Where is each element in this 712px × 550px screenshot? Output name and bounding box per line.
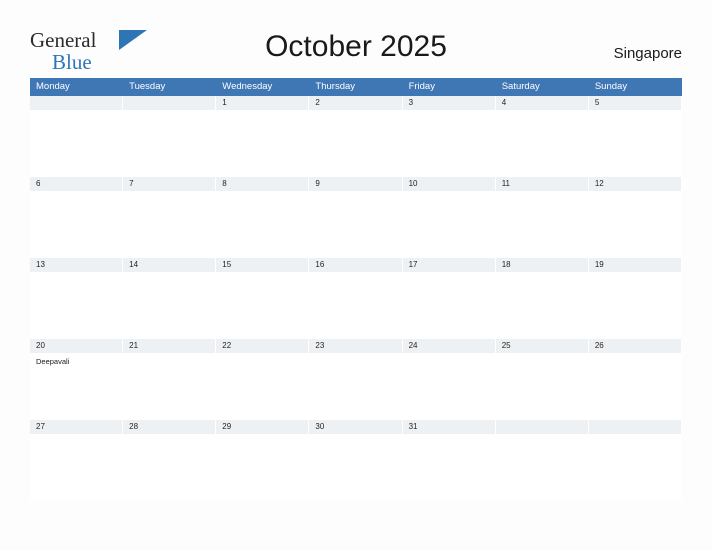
day-number: 6 (30, 177, 123, 191)
calendar-day-cell[interactable]: 3 (402, 96, 496, 177)
calendar-day-cell[interactable] (588, 420, 682, 501)
calendar-day-cell[interactable]: 18 (495, 258, 589, 339)
day-header-saturday: Saturday (496, 78, 589, 96)
day-number: 22 (216, 339, 309, 353)
day-number: 18 (495, 258, 588, 272)
calendar-day-cell[interactable]: 20 Deepavali (30, 339, 124, 420)
day-number: 8 (216, 177, 309, 191)
day-number: 2 (309, 96, 402, 110)
calendar-event: Deepavali (36, 357, 70, 366)
page-title: October 2025 (265, 30, 447, 63)
day-number (588, 420, 681, 434)
calendar-day-cell[interactable]: 30 (309, 420, 403, 501)
day-number: 17 (402, 258, 495, 272)
calendar-day-cell[interactable]: 28 (123, 420, 217, 501)
day-number: 15 (216, 258, 309, 272)
calendar-day-cell[interactable]: 21 (123, 339, 217, 420)
day-number: 21 (123, 339, 216, 353)
day-number (495, 420, 588, 434)
calendar-day-cell[interactable] (30, 96, 124, 177)
calendar-week-row: 20 Deepavali 21 22 23 24 25 26 (30, 339, 682, 420)
day-number: 19 (588, 258, 681, 272)
calendar-day-cell[interactable]: 8 (216, 177, 310, 258)
calendar-day-cell[interactable]: 25 (495, 339, 589, 420)
calendar-page: General Blue October 2025 Singapore Mond… (0, 0, 712, 550)
day-number: 5 (588, 96, 681, 110)
day-number: 3 (402, 96, 495, 110)
day-number: 4 (495, 96, 588, 110)
calendar-day-cell[interactable]: 7 (123, 177, 217, 258)
day-header-thursday: Thursday (309, 78, 403, 96)
calendar-day-cell[interactable]: 29 (216, 420, 310, 501)
day-header-tuesday: Tuesday (123, 78, 217, 96)
calendar-day-cell[interactable]: 23 (309, 339, 403, 420)
day-number: 29 (216, 420, 309, 434)
calendar-day-cell[interactable]: 6 (30, 177, 124, 258)
day-number (30, 96, 123, 110)
day-number: 14 (123, 258, 216, 272)
calendar-day-cell[interactable]: 5 (588, 96, 682, 177)
calendar-week-row: 1 2 3 4 5 (30, 96, 682, 177)
day-header-monday: Monday (30, 78, 124, 96)
day-number: 26 (588, 339, 681, 353)
region-label: Singapore (613, 45, 682, 62)
day-header-wednesday: Wednesday (216, 78, 310, 96)
day-number: 16 (309, 258, 402, 272)
calendar-day-cell[interactable]: 31 (402, 420, 496, 501)
calendar-week-row: 6 7 8 9 10 11 12 (30, 177, 682, 258)
day-number: 13 (30, 258, 123, 272)
day-number: 12 (588, 177, 681, 191)
day-header-friday: Friday (403, 78, 496, 96)
calendar-day-cell[interactable]: 27 (30, 420, 124, 501)
day-number: 31 (402, 420, 495, 434)
day-header-sunday: Sunday (589, 78, 682, 96)
calendar-day-cell[interactable]: 13 (30, 258, 124, 339)
day-number: 9 (309, 177, 402, 191)
calendar-day-cell[interactable]: 17 (402, 258, 496, 339)
day-number: 11 (495, 177, 588, 191)
calendar-day-cell[interactable] (123, 96, 217, 177)
calendar-week-row: 13 14 15 16 17 18 19 (30, 258, 682, 339)
day-of-week-header-row: Monday Tuesday Wednesday Thursday Friday… (30, 78, 682, 96)
calendar-day-cell[interactable]: 9 (309, 177, 403, 258)
day-number: 20 (30, 339, 123, 353)
day-number: 30 (309, 420, 402, 434)
calendar-day-cell[interactable] (495, 420, 589, 501)
calendar-day-cell[interactable]: 1 (216, 96, 310, 177)
calendar-day-cell[interactable]: 12 (588, 177, 682, 258)
calendar-day-cell[interactable]: 19 (588, 258, 682, 339)
calendar-day-cell[interactable]: 16 (309, 258, 403, 339)
calendar-week-row: 27 28 29 30 31 (30, 420, 682, 501)
calendar-day-cell[interactable]: 11 (495, 177, 589, 258)
calendar-grid: Monday Tuesday Wednesday Thursday Friday… (30, 78, 682, 501)
calendar-day-cell[interactable]: 15 (216, 258, 310, 339)
day-number: 10 (402, 177, 495, 191)
day-number: 7 (123, 177, 216, 191)
calendar-day-cell[interactable]: 26 (588, 339, 682, 420)
day-number: 25 (495, 339, 588, 353)
calendar-day-cell[interactable]: 2 (309, 96, 403, 177)
day-number: 28 (123, 420, 216, 434)
day-number: 27 (30, 420, 123, 434)
page-header: General Blue October 2025 Singapore (0, 0, 712, 78)
calendar-day-cell[interactable]: 14 (123, 258, 217, 339)
day-number: 24 (402, 339, 495, 353)
calendar-day-cell[interactable]: 4 (495, 96, 589, 177)
day-number: 1 (216, 96, 309, 110)
calendar-day-cell[interactable]: 10 (402, 177, 496, 258)
calendar-day-cell[interactable]: 22 (216, 339, 310, 420)
calendar-day-cell[interactable]: 24 (402, 339, 496, 420)
day-number (123, 96, 216, 110)
day-number: 23 (309, 339, 402, 353)
